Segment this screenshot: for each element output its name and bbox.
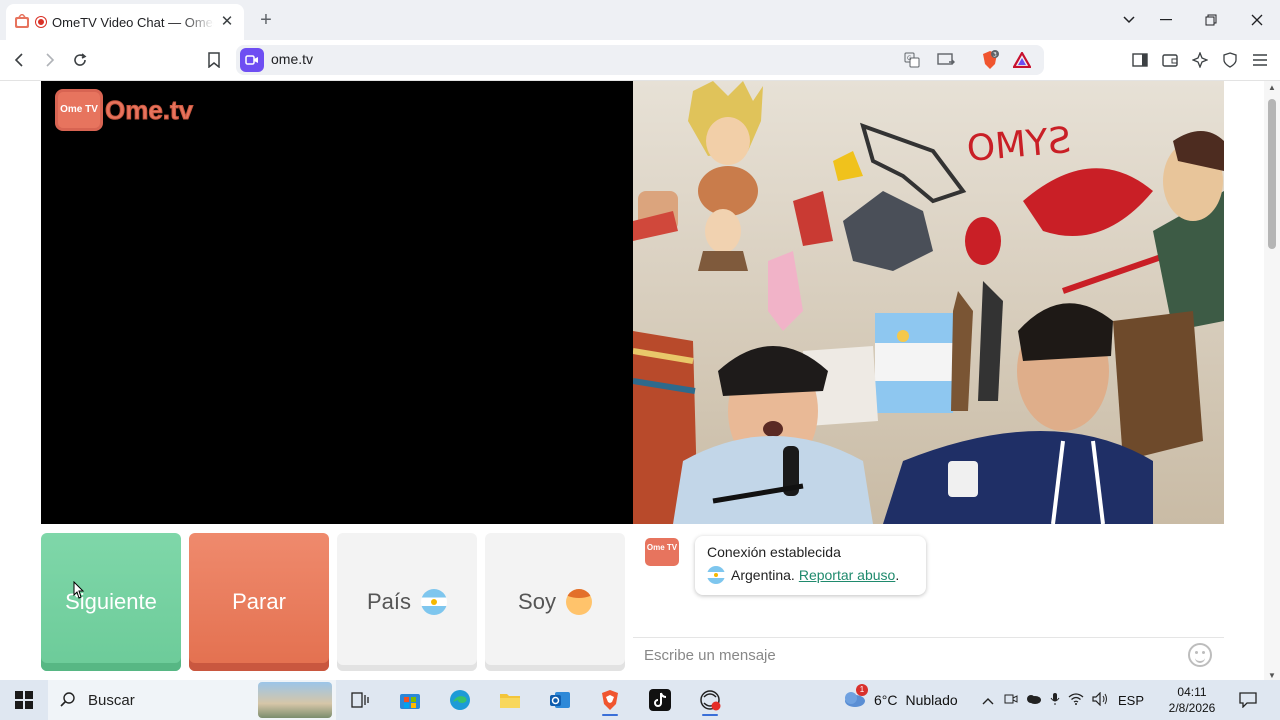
browser-toolbar: ome.tv G 3: [0, 40, 1280, 81]
browser-tab-strip: OmeTV Video Chat — Omegle ✕ +: [0, 0, 1280, 40]
message-input[interactable]: Escribe un mensaje: [633, 637, 1224, 673]
message-input-placeholder: Escribe un mensaje: [644, 647, 776, 664]
remote-video: OMYƧ: [633, 81, 1224, 524]
edge-icon[interactable]: [442, 684, 478, 716]
url-text: ome.tv: [271, 51, 314, 67]
svg-text:G: G: [907, 55, 912, 62]
close-window-icon[interactable]: [1234, 0, 1280, 40]
leo-ai-icon[interactable]: [1188, 48, 1212, 72]
mouse-cursor-icon: [73, 581, 85, 599]
windows-start-icon[interactable]: [0, 680, 48, 720]
shield-badge-count: 3: [993, 52, 997, 59]
vpn-shield-icon[interactable]: [1218, 48, 1242, 72]
volume-icon[interactable]: [1092, 691, 1108, 709]
boy-face-icon: [565, 589, 592, 615]
partner-country-text: Argentina.: [731, 567, 795, 583]
meet-now-icon[interactable]: [1004, 692, 1018, 709]
next-button[interactable]: Siguiente: [41, 533, 181, 671]
scrollbar-thumb[interactable]: [1268, 99, 1276, 249]
sidebar-toggle-icon[interactable]: [1128, 48, 1152, 72]
scroll-down-icon[interactable]: ▼: [1267, 671, 1277, 680]
tab-title: OmeTV Video Chat — Omegle: [52, 14, 214, 30]
brave-taskbar-icon[interactable]: [592, 684, 628, 716]
gender-select-button[interactable]: Soy: [485, 533, 625, 671]
tab-close-icon[interactable]: ✕: [218, 13, 236, 31]
onedrive-icon[interactable]: [1026, 693, 1042, 708]
translate-icon[interactable]: G: [902, 50, 922, 70]
weather-alert-badge: 1: [856, 683, 868, 696]
restore-icon[interactable]: [1188, 0, 1234, 40]
connection-status-text: Conexión establecida: [707, 544, 841, 560]
weather-widget[interactable]: 1 6°C Nublado: [842, 680, 958, 720]
notifications-icon[interactable]: [1230, 684, 1266, 716]
scroll-up-icon[interactable]: ▲: [1267, 83, 1277, 92]
emoji-smiley-icon[interactable]: [1188, 643, 1212, 667]
argentina-flag-small-icon: [707, 566, 725, 584]
input-language[interactable]: ESP: [1118, 693, 1144, 708]
page-content: Ome TV Ome.tv OMYƧ Siguiente Parar País …: [0, 81, 1280, 680]
search-label: Buscar: [88, 691, 135, 709]
outlook-icon[interactable]: [542, 684, 578, 716]
browser-tab[interactable]: OmeTV Video Chat — Omegle ✕: [6, 4, 244, 40]
stop-button[interactable]: Parar: [189, 533, 329, 671]
new-tab-icon[interactable]: +: [256, 10, 276, 30]
forward-icon[interactable]: [37, 48, 61, 72]
argentina-flag-icon: [421, 589, 448, 615]
weather-temp: 6°C: [874, 692, 898, 708]
taskbar-clock[interactable]: 04:11 2/8/2026: [1166, 684, 1218, 716]
back-icon[interactable]: [8, 48, 32, 72]
recording-indicator-icon: [36, 17, 46, 27]
windows-taskbar: Buscar 1 6°C Nublado ESP 04:11 2/8/2026: [0, 680, 1280, 720]
logo-text: Ome.tv: [104, 94, 194, 125]
search-icon: [60, 692, 75, 707]
ometv-favicon-icon: [14, 13, 30, 30]
bookmark-icon[interactable]: [202, 48, 226, 72]
cloudy-weather-icon: 1: [842, 683, 868, 711]
taskbar-search[interactable]: Buscar: [48, 680, 336, 720]
minimize-icon[interactable]: [1143, 0, 1189, 40]
remote-video-frame: OMYƧ: [633, 81, 1224, 524]
reload-icon[interactable]: [68, 48, 92, 72]
weather-description: Nublado: [905, 692, 958, 708]
microphone-icon[interactable]: [1050, 692, 1060, 709]
clock-date: 2/8/2026: [1168, 701, 1216, 715]
ometv-logo-icon: Ome TV: [55, 89, 103, 131]
wifi-icon[interactable]: [1068, 692, 1084, 708]
local-video: Ome TV Ome.tv: [41, 81, 633, 524]
recording-app-icon[interactable]: [692, 684, 728, 716]
task-view-icon[interactable]: [342, 684, 378, 716]
clock-time: 04:11: [1177, 685, 1207, 699]
menu-icon[interactable]: [1248, 48, 1272, 72]
wallet-icon[interactable]: [1158, 48, 1182, 72]
ometv-logo: Ome TV Ome.tv: [55, 89, 194, 131]
report-suffix: .: [895, 567, 900, 583]
system-tray: ESP: [982, 680, 1144, 720]
report-abuse-link[interactable]: Reportar abuso: [799, 567, 896, 583]
country-filter-button[interactable]: País: [337, 533, 477, 671]
show-hidden-icons-chevron-icon[interactable]: [982, 693, 994, 708]
cast-icon[interactable]: [936, 50, 956, 70]
page-scrollbar[interactable]: ▲ ▼: [1264, 81, 1280, 680]
chat-ometv-logo-icon: Ome TV: [645, 538, 679, 566]
site-camera-icon[interactable]: [240, 48, 264, 72]
chat-panel: Ome TV Conexión establecida Argentina. R…: [633, 524, 1224, 680]
tiktok-icon[interactable]: [642, 684, 678, 716]
search-highlight-image: [258, 682, 332, 718]
microsoft-store-icon[interactable]: [392, 684, 428, 716]
brave-rewards-icon[interactable]: [1012, 50, 1032, 70]
address-bar[interactable]: ome.tv G 3: [236, 45, 1044, 75]
system-message-bubble: Conexión establecida Argentina. Reportar…: [695, 536, 926, 595]
file-explorer-icon[interactable]: [492, 684, 528, 716]
brave-shields-icon[interactable]: 3: [980, 50, 1000, 70]
